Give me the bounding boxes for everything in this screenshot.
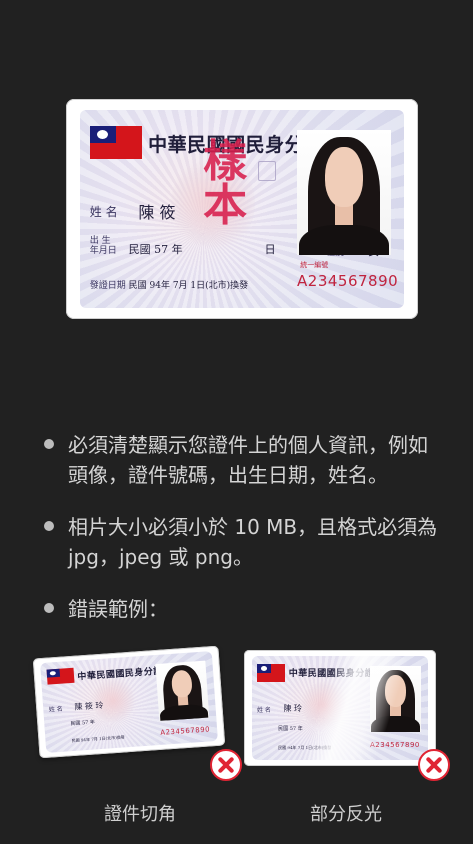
photo-face [325, 147, 363, 208]
name-value: 陳 筱 玲 [74, 700, 104, 712]
seal-mark [258, 161, 277, 182]
bad-example-caption: 證件切角 [104, 804, 176, 825]
name-label: 姓 名 [48, 705, 64, 714]
flag-icon [46, 667, 75, 686]
birth-value: 民國 57 年 [278, 725, 303, 732]
instruction-item: 必須清楚顯示您證件上的個人資訊，例如頭像，證件號碼，出生日期，姓名。 [44, 430, 444, 490]
name-label: 姓 名 [89, 205, 118, 220]
issue-value: 民國 94年 7月 1日(北市)換發 [128, 281, 249, 292]
birth-value: 民國 57 年 [128, 242, 183, 256]
instruction-item: 相片大小必須小於 10 MB，且格式必須為 jpg，jpeg 或 png。 [44, 512, 444, 572]
flag-icon [256, 664, 286, 682]
instruction-item: 錯誤範例： [44, 594, 168, 624]
bad-example-reflection: 中華民國國民身分證 姓 名 陳 玲 民國 57 年 民國 94年 7月 1日(北… [244, 650, 438, 768]
sample-stamp: 樣 本 [203, 135, 248, 231]
stamp-bottom: 本 [203, 179, 248, 231]
birth-label: 出 生 年月日 [89, 235, 117, 256]
sample-id-card: 中華民國國民身分證 姓 名 陳 筱 出 生 年月日 民國 57 年 日 性別 女… [66, 99, 418, 319]
name-value: 陳 筱 [138, 203, 176, 223]
id-photo [155, 660, 209, 721]
birth-day: 日 [264, 242, 276, 256]
error-x-icon [210, 749, 242, 781]
bad-example-caption: 部分反光 [310, 804, 382, 825]
photo-shoulder [298, 224, 390, 255]
id-photo [297, 129, 391, 255]
name-value: 陳 玲 [283, 703, 302, 713]
issue-label: 發證日期 [89, 281, 126, 292]
bad-example-cropped: 中華民國國民身分證 姓 名 陳 筱 玲 民國 57 年 民國 94年 7月 1日… [30, 645, 230, 760]
instruction-text: 必須清楚顯示您證件上的個人資訊，例如頭像，證件號碼，出生日期，姓名。 [68, 433, 428, 487]
instruction-text: 相片大小必須小於 10 MB，且格式必須為 jpg，jpeg 或 png。 [68, 515, 438, 569]
id-number: A234567890 [297, 272, 399, 291]
flag-icon [89, 125, 142, 160]
reflection-id-card: 中華民國國民身分證 姓 名 陳 玲 民國 57 年 民國 94年 7月 1日(北… [244, 650, 436, 766]
id-card-face: 中華民國國民身分證 姓 名 陳 筱 出 生 年月日 民國 57 年 日 性別 女… [80, 110, 404, 308]
id-card-face: 中華民國國民身分證 姓 名 陳 玲 民國 57 年 民國 94年 7月 1日(北… [251, 655, 429, 761]
error-x-icon [418, 749, 450, 781]
id-small-label: 統一編號 [300, 261, 329, 270]
stamp-top: 樣 [203, 135, 248, 187]
name-label: 姓 名 [256, 706, 271, 714]
id-card-face: 中華民國國民身分證 姓 名 陳 筱 玲 民國 57 年 民國 94年 7月 1日… [40, 651, 218, 753]
bullet-dot [44, 521, 54, 531]
photo-face [170, 669, 193, 699]
bullet-dot [44, 603, 54, 613]
bullet-dot [44, 439, 54, 449]
instruction-text: 錯誤範例： [68, 597, 168, 621]
cropped-id-card: 中華民國國民身分證 姓 名 陳 筱 玲 民國 57 年 民國 94年 7月 1日… [32, 645, 226, 759]
